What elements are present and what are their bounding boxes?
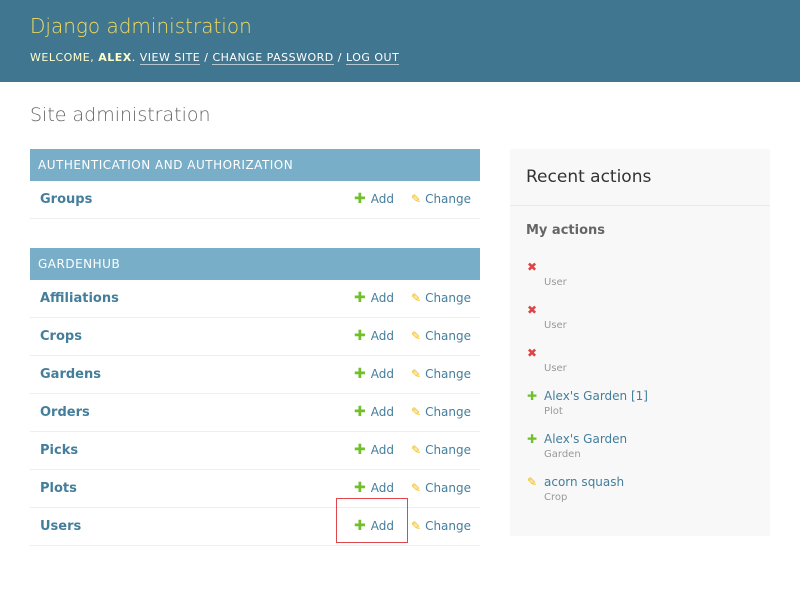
module-caption[interactable]: Authentication and Authorization xyxy=(30,149,480,181)
add-link[interactable]: ✚ Add xyxy=(354,318,394,355)
action-object-link[interactable]: Alex's Garden [1] xyxy=(544,389,648,403)
change-password-link[interactable]: Change password xyxy=(212,51,334,65)
change-link[interactable]: ✎ Change xyxy=(411,470,471,507)
model-link[interactable]: Picks xyxy=(40,432,78,469)
module-caption[interactable]: Gardenhub xyxy=(30,248,480,280)
highlight-box xyxy=(336,498,408,543)
pencil-icon: ✎ xyxy=(411,192,422,206)
plus-icon: ✚ xyxy=(354,404,366,420)
add-icon: ✚ xyxy=(526,389,538,403)
change-link[interactable]: ✎ Change xyxy=(411,508,471,545)
model-link[interactable]: Orders xyxy=(40,394,90,431)
action-object-link[interactable]: acorn squash xyxy=(544,475,624,489)
add-icon: ✚ xyxy=(526,432,538,446)
action-content-type: Garden xyxy=(544,449,581,460)
welcome-text: Welcome, xyxy=(30,51,95,64)
add-link[interactable]: ✚ Add xyxy=(354,181,394,218)
delete-icon: ✖ xyxy=(526,260,538,274)
log-out-link[interactable]: Log out xyxy=(345,51,400,65)
add-link[interactable]: ✚ Add xyxy=(354,280,394,317)
model-row-gardens: Gardens ✚ Add ✎ Change xyxy=(30,356,480,394)
model-link[interactable]: Gardens xyxy=(40,356,101,393)
pencil-icon: ✎ xyxy=(526,475,538,489)
module-gardenhub: Gardenhub Affiliations ✚ Add ✎ Change Crop… xyxy=(30,248,480,546)
model-row-users: Users ✚ Add ✎ Change xyxy=(30,508,480,546)
username: alex xyxy=(98,51,132,64)
add-link[interactable]: ✚ Add xyxy=(354,356,394,393)
plus-icon: ✚ xyxy=(354,290,366,306)
divider xyxy=(510,205,770,206)
module-authentication: Authentication and Authorization Groups … xyxy=(30,149,480,219)
my-actions-heading: My actions xyxy=(526,223,606,238)
model-row-plots: Plots ✚ Add ✎ Change xyxy=(30,470,480,508)
pencil-icon: ✎ xyxy=(411,519,422,533)
pencil-icon: ✎ xyxy=(411,443,422,457)
add-link[interactable]: ✚ Add xyxy=(354,432,394,469)
action-content-type: User xyxy=(544,320,567,331)
view-site-link[interactable]: View site xyxy=(139,51,201,65)
plus-icon: ✚ xyxy=(354,328,366,344)
plus-icon: ✚ xyxy=(354,366,366,382)
recent-actions-title: Recent actions xyxy=(526,167,652,187)
model-row-picks: Picks ✚ Add ✎ Change xyxy=(30,432,480,470)
model-link[interactable]: Groups xyxy=(40,181,92,218)
action-content-type: Plot xyxy=(544,406,563,417)
delete-icon: ✖ xyxy=(526,303,538,317)
action-content-type: User xyxy=(544,277,567,288)
model-link[interactable]: Affiliations xyxy=(40,280,119,317)
model-row-orders: Orders ✚ Add ✎ Change xyxy=(30,394,480,432)
page-title: Site administration xyxy=(30,104,211,126)
pencil-icon: ✎ xyxy=(411,481,422,495)
change-link[interactable]: ✎ Change xyxy=(411,394,471,431)
action-content-type: User xyxy=(544,363,567,374)
plus-icon: ✚ xyxy=(354,191,366,207)
change-link[interactable]: ✎ Change xyxy=(411,280,471,317)
model-row-crops: Crops ✚ Add ✎ Change xyxy=(30,318,480,356)
model-row-affiliations: Affiliations ✚ Add ✎ Change xyxy=(30,280,480,318)
change-link[interactable]: ✎ Change xyxy=(411,318,471,355)
pencil-icon: ✎ xyxy=(411,329,422,343)
header: Django administration Welcome, alex. Vie… xyxy=(0,0,800,82)
model-link[interactable]: Users xyxy=(40,508,81,545)
add-link[interactable]: ✚ Add xyxy=(354,394,394,431)
pencil-icon: ✎ xyxy=(411,367,422,381)
action-object-link[interactable]: Alex's Garden xyxy=(544,432,627,446)
change-link[interactable]: ✎ Change xyxy=(411,432,471,469)
model-row-groups: Groups ✚ Add ✎ Change xyxy=(30,181,480,219)
recent-actions-panel: Recent actions My actions ✖ User ✖ User … xyxy=(510,149,770,536)
change-link[interactable]: ✎ Change xyxy=(411,356,471,393)
pencil-icon: ✎ xyxy=(411,291,422,305)
user-tools: Welcome, alex. View site / Change passwo… xyxy=(30,51,400,65)
change-link[interactable]: ✎ Change xyxy=(411,181,471,218)
plus-icon: ✚ xyxy=(354,442,366,458)
action-content-type: Crop xyxy=(544,492,568,503)
model-link[interactable]: Crops xyxy=(40,318,82,355)
model-link[interactable]: Plots xyxy=(40,470,77,507)
plus-icon: ✚ xyxy=(354,480,366,496)
delete-icon: ✖ xyxy=(526,346,538,360)
pencil-icon: ✎ xyxy=(411,405,422,419)
site-branding[interactable]: Django administration xyxy=(30,14,252,38)
